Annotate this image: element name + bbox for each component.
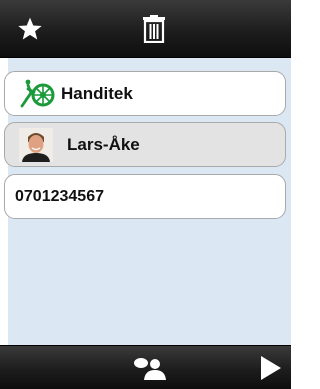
top-toolbar: [0, 0, 291, 58]
people-icon: [134, 357, 166, 380]
favorite-button[interactable]: [10, 0, 50, 57]
contact-avatar: [19, 127, 53, 162]
phone-screen: Handitek Lars-Åke 0701234567: [0, 0, 291, 389]
trash-icon: [143, 14, 165, 43]
delete-button[interactable]: [136, 0, 172, 57]
next-button[interactable]: [254, 346, 288, 389]
star-icon: [18, 17, 42, 40]
phone-row[interactable]: 0701234567: [4, 174, 286, 219]
contacts-button[interactable]: [128, 346, 172, 389]
company-row[interactable]: Handitek: [4, 71, 286, 116]
contact-row[interactable]: Lars-Åke: [4, 122, 286, 167]
handitek-logo-icon: [19, 79, 55, 109]
phone-number: 0701234567: [15, 187, 104, 205]
bottom-toolbar: [0, 345, 291, 389]
company-name: Handitek: [61, 83, 133, 103]
play-right-icon: [261, 355, 281, 380]
contact-name: Lars-Åke: [67, 134, 140, 154]
